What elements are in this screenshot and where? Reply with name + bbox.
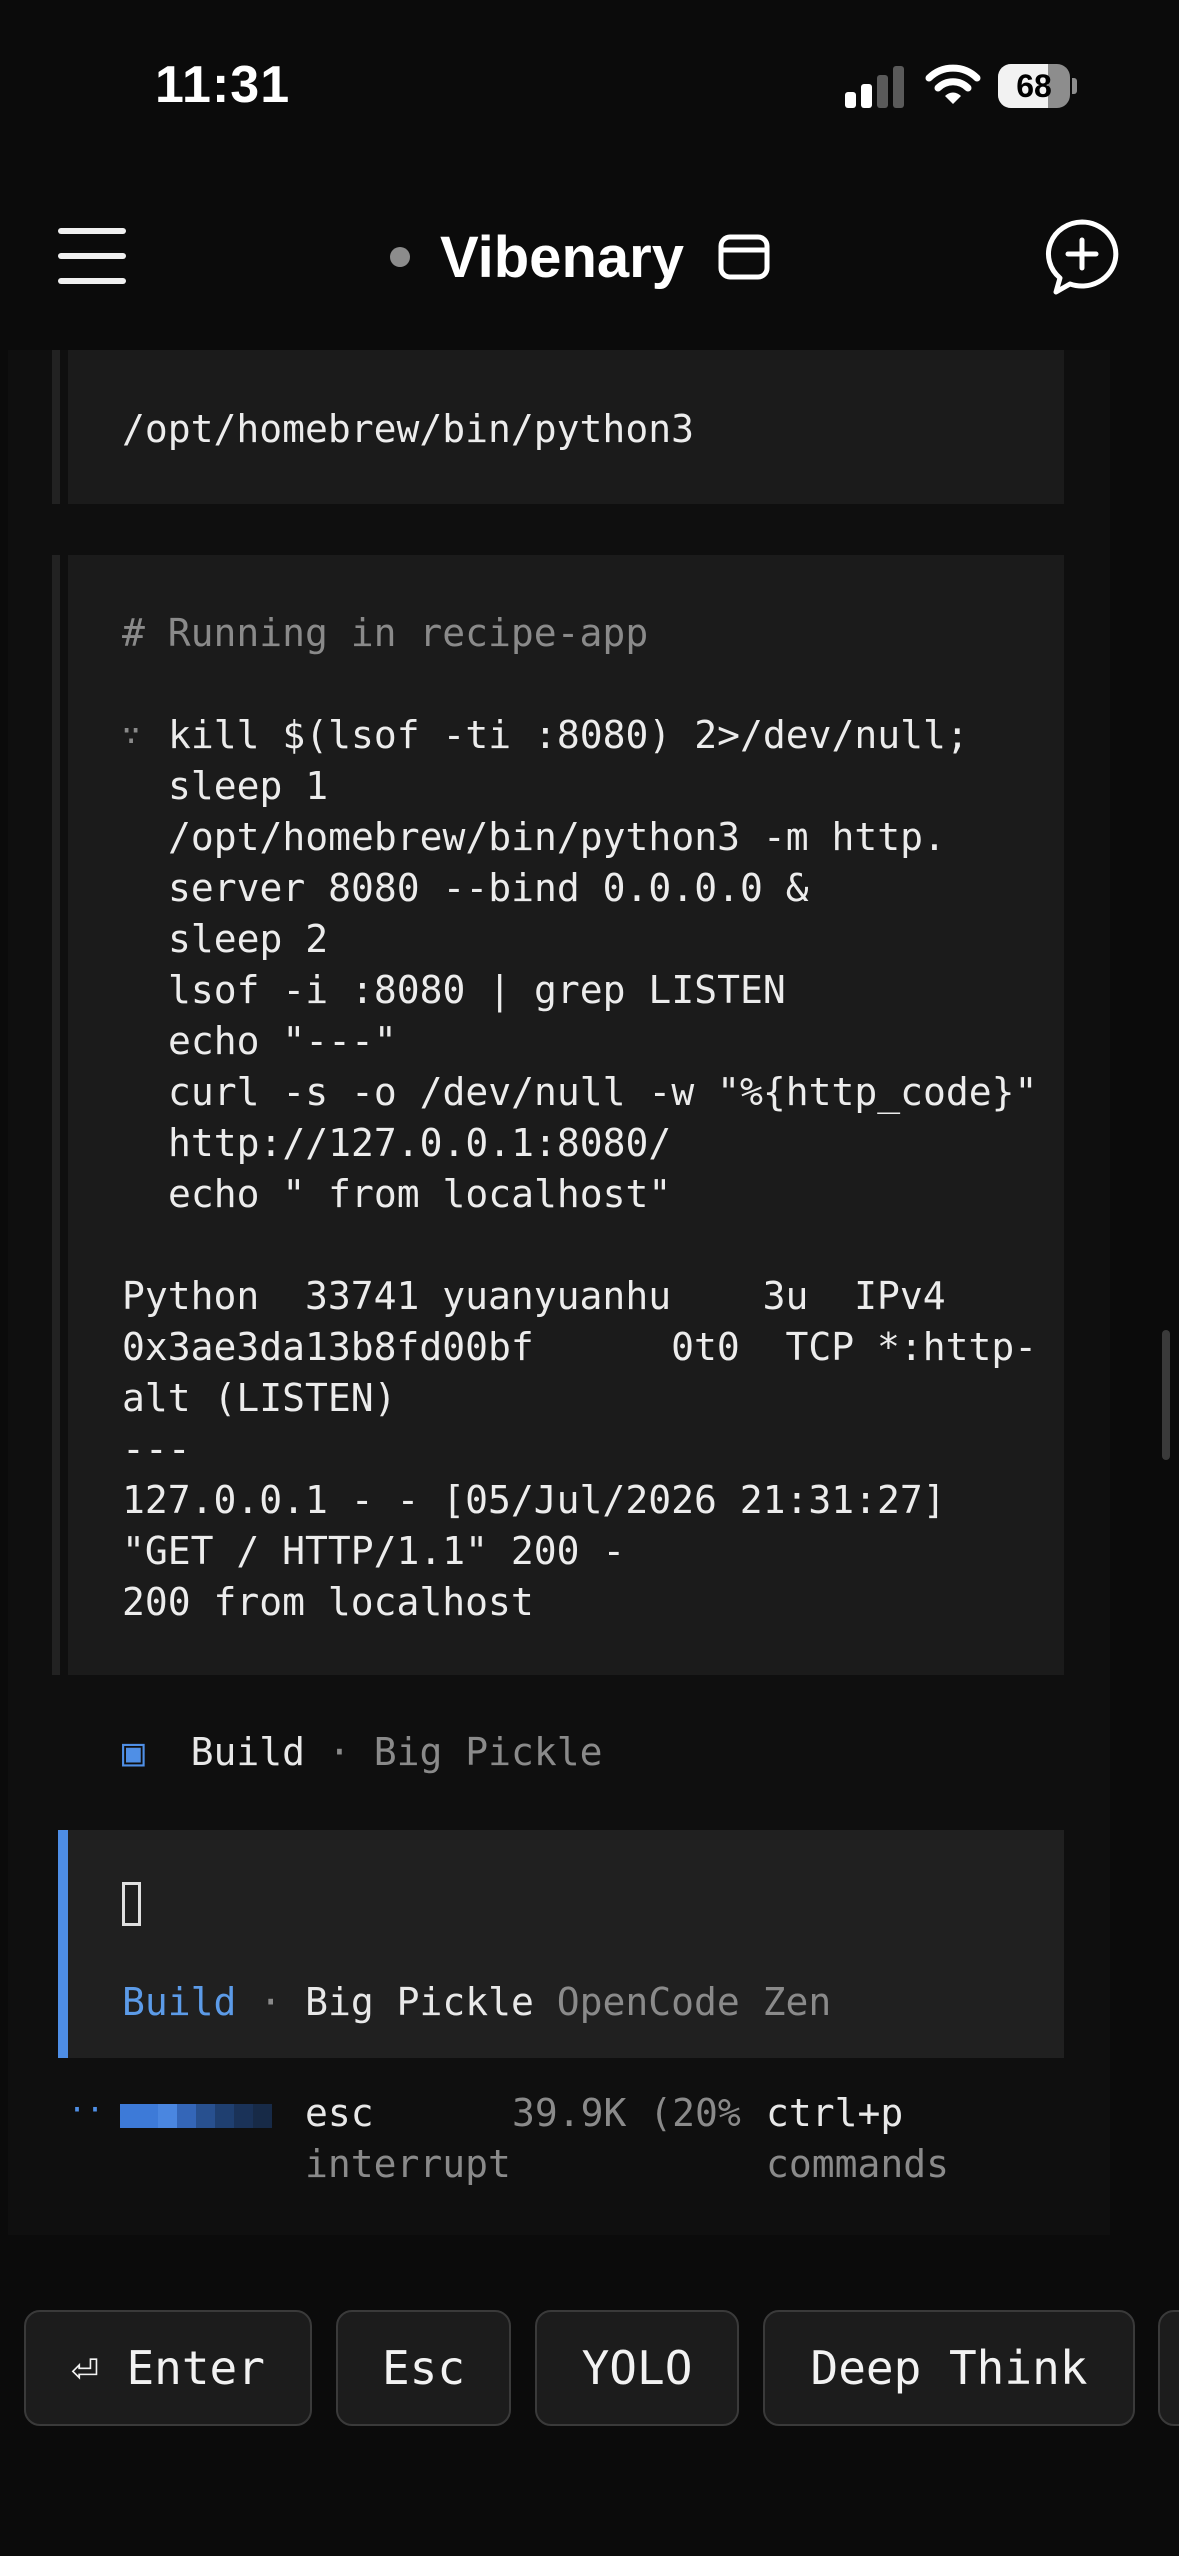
separator: · [259, 1980, 283, 2024]
enter-key-button[interactable]: ⏎ Enter [24, 2310, 312, 2426]
token-usage: 39.9K (20% [512, 2091, 741, 2135]
input-agent-mode[interactable]: Build [122, 1980, 236, 2024]
output-line: 0x3ae3da13b8fd00bf 0t0 TCP *:http- [122, 1325, 1038, 1369]
progress-segment [215, 2104, 234, 2128]
battery-icon: 68 [998, 64, 1077, 108]
output-line: --- [122, 1427, 191, 1471]
status-bar: 11:31 68 [0, 0, 1179, 170]
prev-output: /opt/homebrew/bin/python3 [122, 407, 694, 451]
wifi-icon [925, 64, 981, 104]
new-chat-icon[interactable] [1042, 216, 1122, 296]
agent-mode: Build [190, 1730, 306, 1774]
progress-segment [120, 2104, 139, 2128]
output-line: 200 from localhost [122, 1580, 534, 1624]
cellular-signal-icon [845, 66, 907, 108]
hamburger-menu-icon[interactable] [58, 228, 128, 284]
esc-key: esc [305, 2091, 374, 2135]
more-keys-button[interactable] [1158, 2310, 1179, 2426]
progress-segment [139, 2104, 158, 2128]
battery-level: 68 [1016, 68, 1052, 104]
command-line: curl -s -o /dev/null -w "%{http_code}" [168, 1070, 1038, 1114]
output-line: 127.0.0.1 - - [05/Jul/2026 21:31:27] [122, 1478, 946, 1522]
prompt-input[interactable]: Build · Big Pickle OpenCode Zen [58, 1830, 1064, 2058]
app-header: Vibenary [0, 190, 1179, 320]
command-line: http://127.0.0.1:8080/ [168, 1121, 672, 1165]
esc-hint: interrupt [305, 2142, 511, 2186]
clock: 11:31 [155, 56, 291, 114]
connection-status-dot [390, 247, 410, 267]
input-agent-model[interactable]: Big Pickle [305, 1980, 534, 2024]
input-accent-bar [58, 1830, 68, 2058]
command-marker: ∵ [122, 718, 141, 753]
command-line: lsof -i :8080 | grep LISTEN [168, 968, 786, 1012]
block-edge [52, 350, 60, 504]
commands-hint: commands [766, 2142, 950, 2186]
spinner: ·· [68, 2093, 105, 2128]
yolo-button[interactable]: YOLO [535, 2310, 739, 2426]
command-line: /opt/homebrew/bin/python3 -m http. [168, 815, 946, 859]
progress-segment [253, 2104, 272, 2128]
window-icon[interactable] [718, 234, 770, 280]
session-title[interactable]: Vibenary [390, 222, 770, 292]
command-line: server 8080 --bind 0.0.0.0 & [168, 866, 809, 910]
input-agent-provider: OpenCode Zen [556, 1980, 832, 2024]
progress-segment [177, 2104, 196, 2128]
output-line: Python 33741 yuanyuanhu 3u IPv4 [122, 1274, 946, 1318]
app-title: Vibenary [440, 224, 684, 290]
text-cursor [122, 1882, 141, 1926]
right-drawer-handle[interactable] [1162, 1330, 1170, 1460]
square-icon: ▣ [122, 1730, 145, 1774]
agent-status-row: ▣ Build · Big Pickle [122, 1730, 603, 1774]
tool-comment: # Running in recipe-app [122, 611, 649, 655]
command-line: echo " from localhost" [168, 1172, 672, 1216]
esc-key-button[interactable]: Esc [336, 2310, 511, 2426]
command-line: sleep 2 [168, 917, 329, 961]
deep-think-button[interactable]: Deep Think [763, 2310, 1135, 2426]
ctrl-p-key: ctrl+p [766, 2091, 904, 2135]
agent-model: Big Pickle [373, 1730, 603, 1774]
command-line: echo "---" [168, 1019, 397, 1063]
progress-segment [158, 2104, 177, 2128]
output-line: "GET / HTTP/1.1" 200 - [122, 1529, 626, 1573]
block-edge [52, 555, 60, 1675]
command-line: kill $(lsof -ti :8080) 2>/dev/null; [168, 713, 969, 757]
input-agent-info: Build · Big Pickle OpenCode Zen [122, 1980, 831, 2024]
output-line: alt (LISTEN) [122, 1376, 397, 1420]
quick-keys-bar: ⏎ Enter Esc YOLO Deep Think [0, 2300, 1179, 2440]
progress-segment [196, 2104, 215, 2128]
progress-segment [234, 2104, 253, 2128]
progress-indicator [120, 2104, 272, 2128]
command-line: sleep 1 [168, 764, 329, 808]
separator: · [327, 1730, 351, 1774]
